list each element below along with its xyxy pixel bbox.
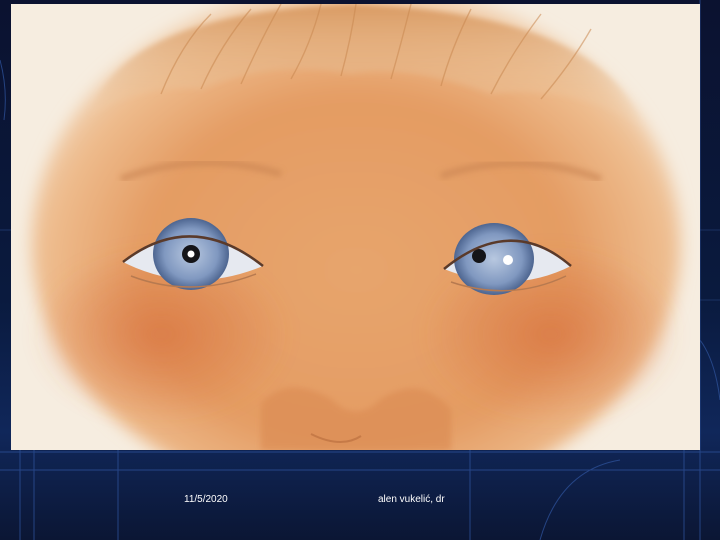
footer-date: 11/5/2020 — [184, 494, 228, 505]
child-face-leukocoria-icon — [31, 4, 681, 450]
footer-author: alen vukelić, dr — [378, 494, 445, 505]
child-face-illustration — [11, 4, 700, 450]
slide: 11/5/2020 alen vukelić, dr — [0, 0, 720, 540]
